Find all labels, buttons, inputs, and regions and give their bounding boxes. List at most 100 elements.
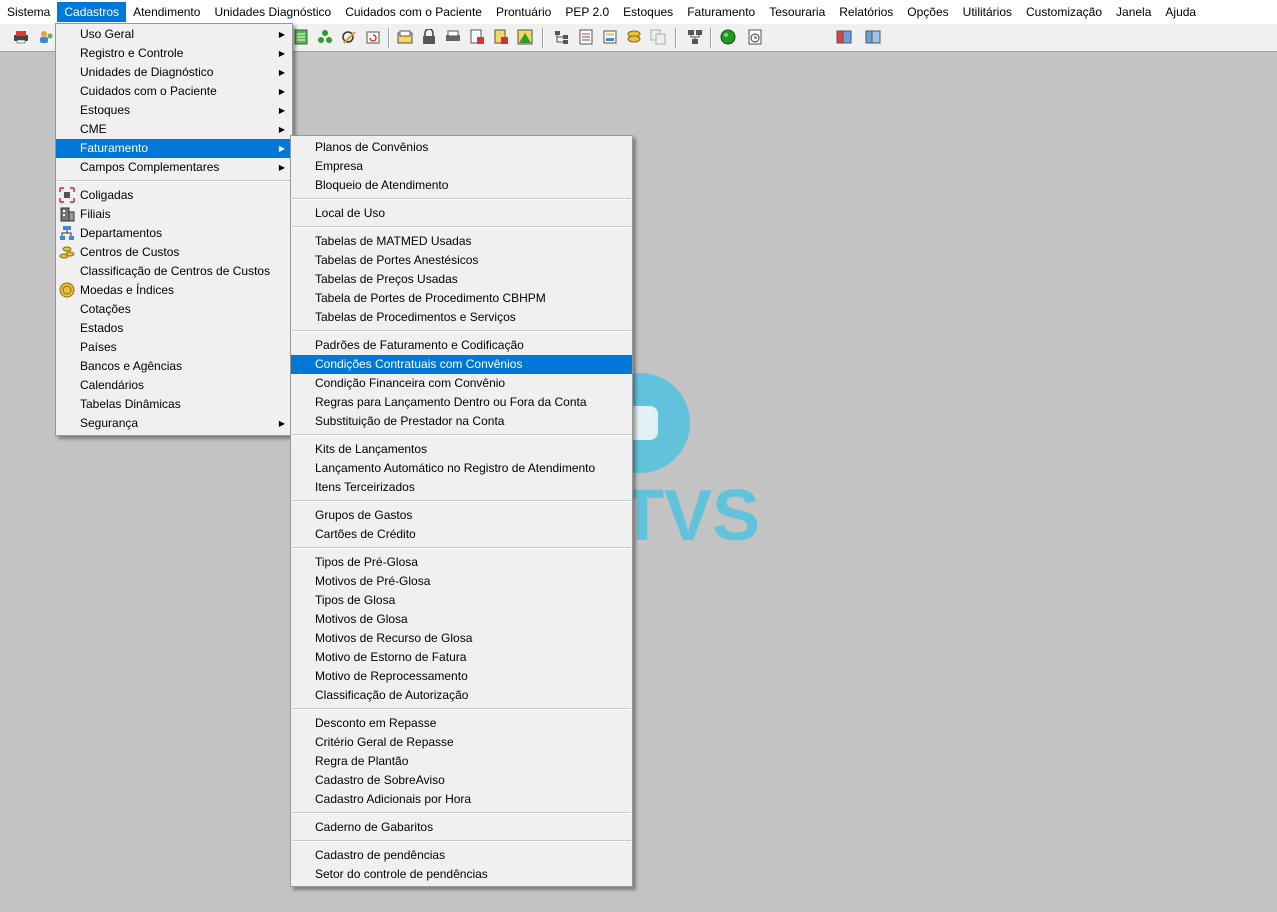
building-icon — [60, 207, 75, 222]
menu-relatorios[interactable]: Relatórios — [832, 2, 900, 22]
menu-item-estados[interactable]: Estados — [56, 319, 292, 338]
submenu-arrow-icon: ▶ — [278, 163, 285, 172]
menu-utilitarios[interactable]: Utilitários — [956, 2, 1019, 22]
menu-cuidados-paciente[interactable]: Cuidados com o Paciente — [338, 2, 489, 22]
group-icon[interactable] — [316, 28, 334, 46]
menu-estoques[interactable]: Estoques — [616, 2, 680, 22]
menu-item-bloqueio-atendimento[interactable]: Bloqueio de Atendimento — [291, 176, 632, 195]
copy-icon[interactable] — [649, 28, 667, 46]
menu-item-moedas-indices[interactable]: Moedas e Índices — [56, 281, 292, 300]
menu-item-padroes-faturamento[interactable]: Padrões de Faturamento e Codificação — [291, 336, 632, 355]
menu-item-cadastro-pendencias[interactable]: Cadastro de pendências — [291, 846, 632, 865]
coins-icon[interactable] — [625, 28, 643, 46]
submenu-arrow-icon: ▶ — [278, 419, 285, 428]
document-icon[interactable] — [396, 28, 414, 46]
menu-item-setor-controle-pendencias[interactable]: Setor do controle de pendências — [291, 865, 632, 884]
menu-item-campos-complementares[interactable]: Campos Complementares ▶ — [56, 158, 292, 177]
list-icon[interactable] — [577, 28, 595, 46]
menu-item-uso-geral[interactable]: Uso Geral ▶ — [56, 25, 292, 44]
cadastros-dropdown: Uso Geral ▶ Registro e Controle ▶ Unidades… — [55, 23, 293, 436]
menu-item-cme[interactable]: CME ▶ — [56, 120, 292, 139]
menu-item-cotacoes[interactable]: Cotações — [56, 300, 292, 319]
refresh-icon[interactable] — [364, 28, 382, 46]
menu-item-tabela-portes-cbhpm[interactable]: Tabela de Portes de Procedimento CBHPM — [291, 289, 632, 308]
menu-item-regra-plantao[interactable]: Regra de Plantão — [291, 752, 632, 771]
menu-item-tabelas-portes-anestesicos[interactable]: Tabelas de Portes Anestésicos — [291, 251, 632, 270]
users-icon[interactable] — [37, 28, 55, 46]
menu-item-lancamento-automatico[interactable]: Lançamento Automático no Registro de Ate… — [291, 459, 632, 478]
menu-opcoes[interactable]: Opções — [900, 2, 955, 22]
menu-item-condicao-financeira[interactable]: Condição Financeira com Convênio — [291, 374, 632, 393]
form-icon[interactable] — [601, 28, 619, 46]
menu-item-estoques[interactable]: Estoques ▶ — [56, 101, 292, 120]
menu-item-grupos-gastos[interactable]: Grupos de Gastos — [291, 506, 632, 525]
menu-item-motivo-estorno-fatura[interactable]: Motivo de Estorno de Fatura — [291, 648, 632, 667]
menu-item-tabelas-matmed[interactable]: Tabelas de MATMED Usadas — [291, 232, 632, 251]
menu-item-tabelas-precos[interactable]: Tabelas de Preços Usadas — [291, 270, 632, 289]
menu-item-faturamento[interactable]: Faturamento ▶ — [56, 139, 292, 158]
menu-item-condicoes-contratuais[interactable]: Condições Contratuais com Convênios — [291, 355, 632, 374]
printer-icon[interactable] — [12, 28, 30, 46]
menu-item-motivos-glosa[interactable]: Motivos de Glosa — [291, 610, 632, 629]
menu-item-tabelas-procedimentos[interactable]: Tabelas de Procedimentos e Serviços — [291, 308, 632, 327]
menu-item-classificacao-centros-custos[interactable]: Classificação de Centros de Custos — [56, 262, 292, 281]
menu-item-coligadas[interactable]: Coligadas — [56, 186, 292, 205]
menu-unidades-diagnostico[interactable]: Unidades Diagnóstico — [207, 2, 338, 22]
menu-item-centros-custos[interactable]: Centros de Custos — [56, 243, 292, 262]
print-preview-icon[interactable] — [444, 28, 462, 46]
tree-icon[interactable] — [553, 28, 571, 46]
window-tile-icon[interactable] — [864, 28, 882, 46]
menu-item-kits-lancamentos[interactable]: Kits de Lançamentos — [291, 440, 632, 459]
report-icon[interactable] — [468, 28, 486, 46]
menu-item-desconto-repasse[interactable]: Desconto em Repasse — [291, 714, 632, 733]
menu-item-regras-lancamento[interactable]: Regras para Lançamento Dentro ou Fora da… — [291, 393, 632, 412]
menu-separator — [292, 330, 631, 332]
menu-item-paises[interactable]: Países — [56, 338, 292, 357]
chart-icon[interactable] — [516, 28, 534, 46]
menu-item-cuidados-paciente[interactable]: Cuidados com o Paciente ▶ — [56, 82, 292, 101]
menu-item-classificacao-autorizacao[interactable]: Classificação de Autorização — [291, 686, 632, 705]
menu-item-cadastro-sobreaviso[interactable]: Cadastro de SobreAviso — [291, 771, 632, 790]
menu-ajuda[interactable]: Ajuda — [1158, 2, 1203, 22]
menu-atendimento[interactable]: Atendimento — [126, 2, 207, 22]
menu-tesouraria[interactable]: Tesouraria — [762, 2, 832, 22]
menu-cadastros[interactable]: Cadastros — [57, 2, 127, 22]
menu-janela[interactable]: Janela — [1109, 2, 1158, 22]
edit-icon[interactable] — [340, 28, 358, 46]
export-icon[interactable] — [492, 28, 510, 46]
menu-item-bancos-agencias[interactable]: Bancos e Agências — [56, 357, 292, 376]
menu-item-cartoes-credito[interactable]: Cartões de Crédito — [291, 525, 632, 544]
menu-item-cadastro-adicionais-hora[interactable]: Cadastro Adicionais por Hora — [291, 790, 632, 809]
lock-icon[interactable] — [420, 28, 438, 46]
clock-icon[interactable] — [746, 28, 764, 46]
menu-item-itens-terceirizados[interactable]: Itens Terceirizados — [291, 478, 632, 497]
menu-customizacao[interactable]: Customização — [1019, 2, 1109, 22]
network-icon[interactable] — [686, 28, 704, 46]
menu-item-substituicao-prestador[interactable]: Substituição de Prestador na Conta — [291, 412, 632, 431]
menu-item-tipos-pre-glosa[interactable]: Tipos de Pré-Glosa — [291, 553, 632, 572]
menu-item-motivos-pre-glosa[interactable]: Motivos de Pré-Glosa — [291, 572, 632, 591]
menu-item-motivo-reprocessamento[interactable]: Motivo de Reprocessamento — [291, 667, 632, 686]
menu-item-departamentos[interactable]: Departamentos — [56, 224, 292, 243]
globe-icon[interactable] — [719, 28, 737, 46]
faturamento-submenu: Planos de Convênios Empresa Bloqueio de … — [290, 135, 633, 887]
menu-item-caderno-gabaritos[interactable]: Caderno de Gabaritos — [291, 818, 632, 837]
menu-item-calendarios[interactable]: Calendários — [56, 376, 292, 395]
menu-item-unidades-diagnostico[interactable]: Unidades de Diagnóstico ▶ — [56, 63, 292, 82]
menu-pep[interactable]: PEP 2.0 — [558, 2, 616, 22]
menu-item-empresa[interactable]: Empresa — [291, 157, 632, 176]
menu-prontuario[interactable]: Prontuário — [489, 2, 558, 22]
menu-item-filiais[interactable]: Filiais — [56, 205, 292, 224]
menu-item-seguranca[interactable]: Segurança ▶ — [56, 414, 292, 433]
menu-item-tipos-glosa[interactable]: Tipos de Glosa — [291, 591, 632, 610]
menu-item-tabelas-dinamicas[interactable]: Tabelas Dinâmicas — [56, 395, 292, 414]
menu-item-motivos-recurso-glosa[interactable]: Motivos de Recurso de Glosa — [291, 629, 632, 648]
menu-sistema[interactable]: Sistema — [0, 2, 57, 22]
sheet-icon[interactable] — [292, 28, 310, 46]
window-cascade-icon[interactable] — [835, 28, 853, 46]
menu-item-registro-controle[interactable]: Registro e Controle ▶ — [56, 44, 292, 63]
menu-item-local-uso[interactable]: Local de Uso — [291, 204, 632, 223]
menu-item-planos-convenios[interactable]: Planos de Convênios — [291, 138, 632, 157]
menu-faturamento[interactable]: Faturamento — [680, 2, 762, 22]
menu-item-criterio-geral-repasse[interactable]: Critério Geral de Repasse — [291, 733, 632, 752]
